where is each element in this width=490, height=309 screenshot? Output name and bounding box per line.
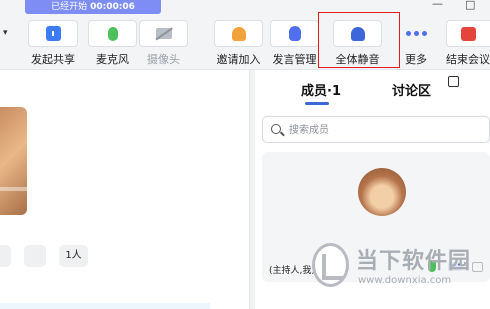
speech-management-button[interactable]: 发言管理 (270, 20, 319, 66)
microphone-icon (107, 26, 118, 41)
tab-discussion[interactable]: 讨论区 (392, 80, 431, 99)
control-placeholder-2[interactable] (24, 245, 46, 267)
meeting-status-label: 已经开始 (51, 2, 88, 12)
bottom-strip (0, 303, 210, 309)
more-label: 更多 (405, 53, 427, 66)
more-button[interactable]: 更多 (402, 20, 430, 66)
chevron-down-icon[interactable]: ▾ (3, 28, 8, 38)
meeting-toolbar: 已经开始 00:00:06 — □ ▾ 发起共享 麦克风 摄像头 邀请加入 发言管… (0, 0, 490, 70)
invite-button[interactable]: 邀请加入 (214, 20, 263, 66)
end-meeting-icon (461, 26, 476, 41)
microphone-label: 麦克风 (96, 53, 129, 66)
active-tab-indicator (305, 102, 329, 105)
share-button[interactable]: 发起共享 (28, 20, 78, 66)
camera-label: 摄像头 (147, 53, 180, 66)
camera-button[interactable]: 摄像头 (139, 20, 188, 66)
meeting-timer: 已经开始 00:00:06 (25, 0, 161, 14)
more-dots-icon (405, 31, 427, 36)
tab-members[interactable]: 成员·1 (301, 80, 341, 99)
video-area: 1人 (0, 70, 250, 309)
watermark-logo-icon (312, 243, 349, 287)
minimize-button[interactable]: — (432, 0, 443, 10)
end-meeting-button[interactable]: 结束会议 (446, 20, 490, 66)
watermark-title: 当下软件园 (356, 249, 472, 274)
mute-all-highlight (318, 12, 400, 68)
search-icon (271, 124, 281, 134)
microphone-button[interactable]: 麦克风 (88, 20, 137, 66)
control-placeholder-1[interactable] (0, 245, 11, 267)
invite-label: 邀请加入 (216, 53, 261, 66)
watermark-url: www.downxia.com (358, 275, 452, 286)
search-input[interactable] (289, 121, 479, 139)
raise-hand-icon (288, 26, 301, 41)
maximize-button[interactable]: □ (465, 0, 475, 11)
invite-icon (231, 26, 246, 41)
avatar (358, 168, 406, 216)
video-thumbnail[interactable] (0, 107, 27, 215)
watermark: 当下软件园 www.downxia.com (312, 243, 490, 309)
speech-management-label: 发言管理 (272, 53, 317, 66)
camera-off-icon (155, 28, 172, 39)
popout-icon[interactable] (448, 76, 459, 87)
meeting-elapsed-time: 00:00:06 (90, 2, 135, 12)
share-icon (45, 26, 61, 41)
member-search (262, 116, 490, 143)
participant-count: 1人 (59, 245, 88, 267)
share-label: 发起共享 (31, 53, 75, 66)
end-meeting-label: 结束会议 (446, 53, 490, 66)
